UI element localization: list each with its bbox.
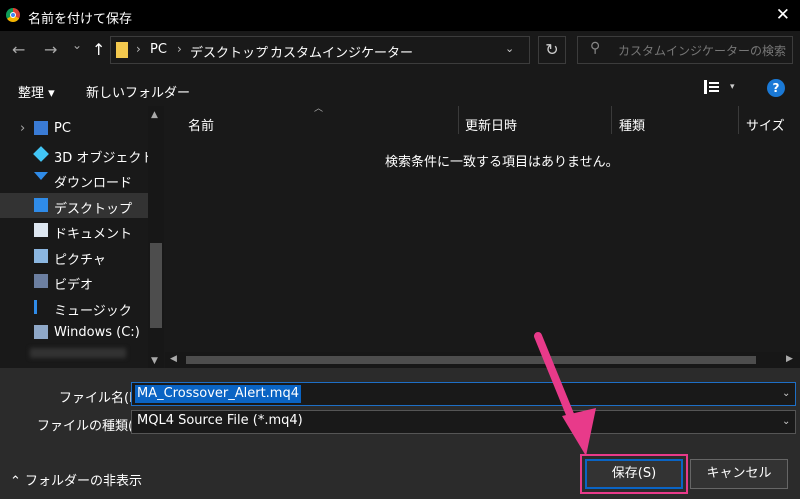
close-icon[interactable]: ✕ [776, 5, 790, 25]
sidebar-item-label: ドキュメント [54, 227, 133, 242]
music-icon [34, 299, 51, 314]
sidebar-item[interactable]: 3D オブジェクト [0, 142, 154, 167]
filetype-value[interactable]: MQL4 Source File (*.mq4) [137, 413, 303, 428]
empty-results-message: 検索条件に一致する項目はありません。 [385, 155, 619, 170]
sidebar-item-label: 3D オブジェクト [54, 150, 155, 166]
column-divider[interactable] [458, 106, 459, 134]
column-header-size[interactable]: サイズ [746, 115, 785, 134]
search-icon: ⚲ [590, 40, 601, 56]
sidebar-item-label: ダウンロード [54, 176, 133, 191]
column-header-type[interactable]: 種類 [619, 115, 645, 134]
video-icon [34, 274, 48, 288]
breadcrumb-separator: › [136, 42, 141, 56]
filetype-dropdown-icon[interactable]: ⌄ [782, 416, 790, 427]
refresh-icon[interactable]: ↻ [538, 36, 566, 64]
new-folder-button[interactable]: 新しいフォルダー [86, 82, 190, 101]
navigation-scrollbar[interactable] [148, 106, 164, 368]
column-header-modified[interactable]: 更新日時 [465, 115, 517, 134]
sidebar-item[interactable]: ビデオ [0, 269, 148, 294]
sidebar-item[interactable]: PC › [0, 116, 148, 141]
sidebar-item[interactable]: デスクトップ [0, 192, 148, 218]
sidebar-item-label: Windows (C:) [54, 325, 140, 340]
column-divider[interactable] [611, 106, 612, 134]
view-dropdown-icon[interactable]: ▾ [730, 82, 735, 92]
help-icon[interactable]: ? [767, 79, 785, 97]
breadcrumb-pc[interactable]: PC [150, 42, 167, 57]
forward-arrow-icon[interactable]: → [44, 40, 57, 59]
file-list-pane[interactable] [165, 106, 800, 368]
scroll-down-icon[interactable]: ▼ [151, 356, 158, 366]
scroll-left-icon[interactable]: ◀ [170, 354, 177, 364]
filename-value[interactable]: MA_Crossover_Alert.mq4 [135, 385, 301, 403]
folder-icon [116, 42, 128, 58]
annotation-arrow-icon [534, 332, 596, 456]
back-arrow-icon[interactable]: ← [12, 40, 25, 59]
sort-caret-icon: ︿ [314, 104, 324, 114]
cancel-button[interactable]: キャンセル [690, 459, 788, 489]
desktop-icon [34, 197, 48, 212]
sidebar-item-label: デスクトップ [54, 201, 133, 217]
3d-objects-icon [33, 145, 49, 162]
column-divider[interactable] [738, 106, 739, 134]
sidebar-item-label: PC [54, 121, 71, 136]
expand-chevron-icon[interactable]: › [20, 121, 25, 136]
sidebar-item[interactable]: ピクチャ [0, 244, 148, 269]
navigation-scroll-thumb[interactable] [150, 243, 162, 328]
recent-locations-chevron-icon[interactable]: ⌄ [72, 38, 82, 52]
organize-menu-button[interactable]: 整理 ▾ [18, 82, 55, 101]
pictures-icon [34, 248, 48, 263]
search-placeholder[interactable]: カスタムインジケーターの検索 [618, 42, 786, 59]
pc-icon [34, 121, 48, 135]
sidebar-item[interactable]: ミュージック [0, 295, 148, 320]
window-title: 名前を付けて保存 [28, 12, 133, 27]
blurred-drive-item[interactable] [30, 348, 126, 358]
sidebar-item[interactable]: ドキュメント [0, 218, 148, 243]
drive-icon [34, 325, 48, 339]
breadcrumb-desktop[interactable]: デスクトップ [190, 42, 268, 61]
view-options-icon[interactable] [704, 80, 719, 94]
scroll-right-icon[interactable]: ▶ [786, 354, 793, 364]
address-dropdown-icon[interactable]: ⌄ [505, 42, 514, 55]
sidebar-item[interactable]: Windows (C:) [0, 320, 148, 345]
scroll-up-icon[interactable]: ▲ [151, 110, 158, 120]
sidebar-item-label: ピクチャ [54, 252, 106, 268]
horizontal-scroll-thumb[interactable] [186, 356, 756, 364]
breadcrumb-separator: › [177, 42, 182, 56]
breadcrumb-custom-indicators[interactable]: カスタムインジケーター [270, 42, 413, 61]
sidebar-item-label: ビデオ [54, 278, 94, 293]
download-icon [34, 172, 48, 180]
up-arrow-icon[interactable]: ↑ [92, 40, 105, 59]
sidebar-item-label: ミュージック [54, 303, 132, 319]
column-header-name[interactable]: 名前 [188, 115, 214, 134]
sidebar-item[interactable]: ダウンロード [0, 167, 148, 192]
hide-folders-button[interactable]: ⌃ フォルダーの非表示 [10, 470, 142, 489]
breadcrumb-separator: › [258, 42, 263, 56]
save-button[interactable]: 保存(S) [580, 454, 688, 494]
document-icon [34, 223, 48, 237]
filename-dropdown-icon[interactable]: ⌄ [782, 388, 790, 399]
chrome-app-icon [6, 8, 20, 22]
